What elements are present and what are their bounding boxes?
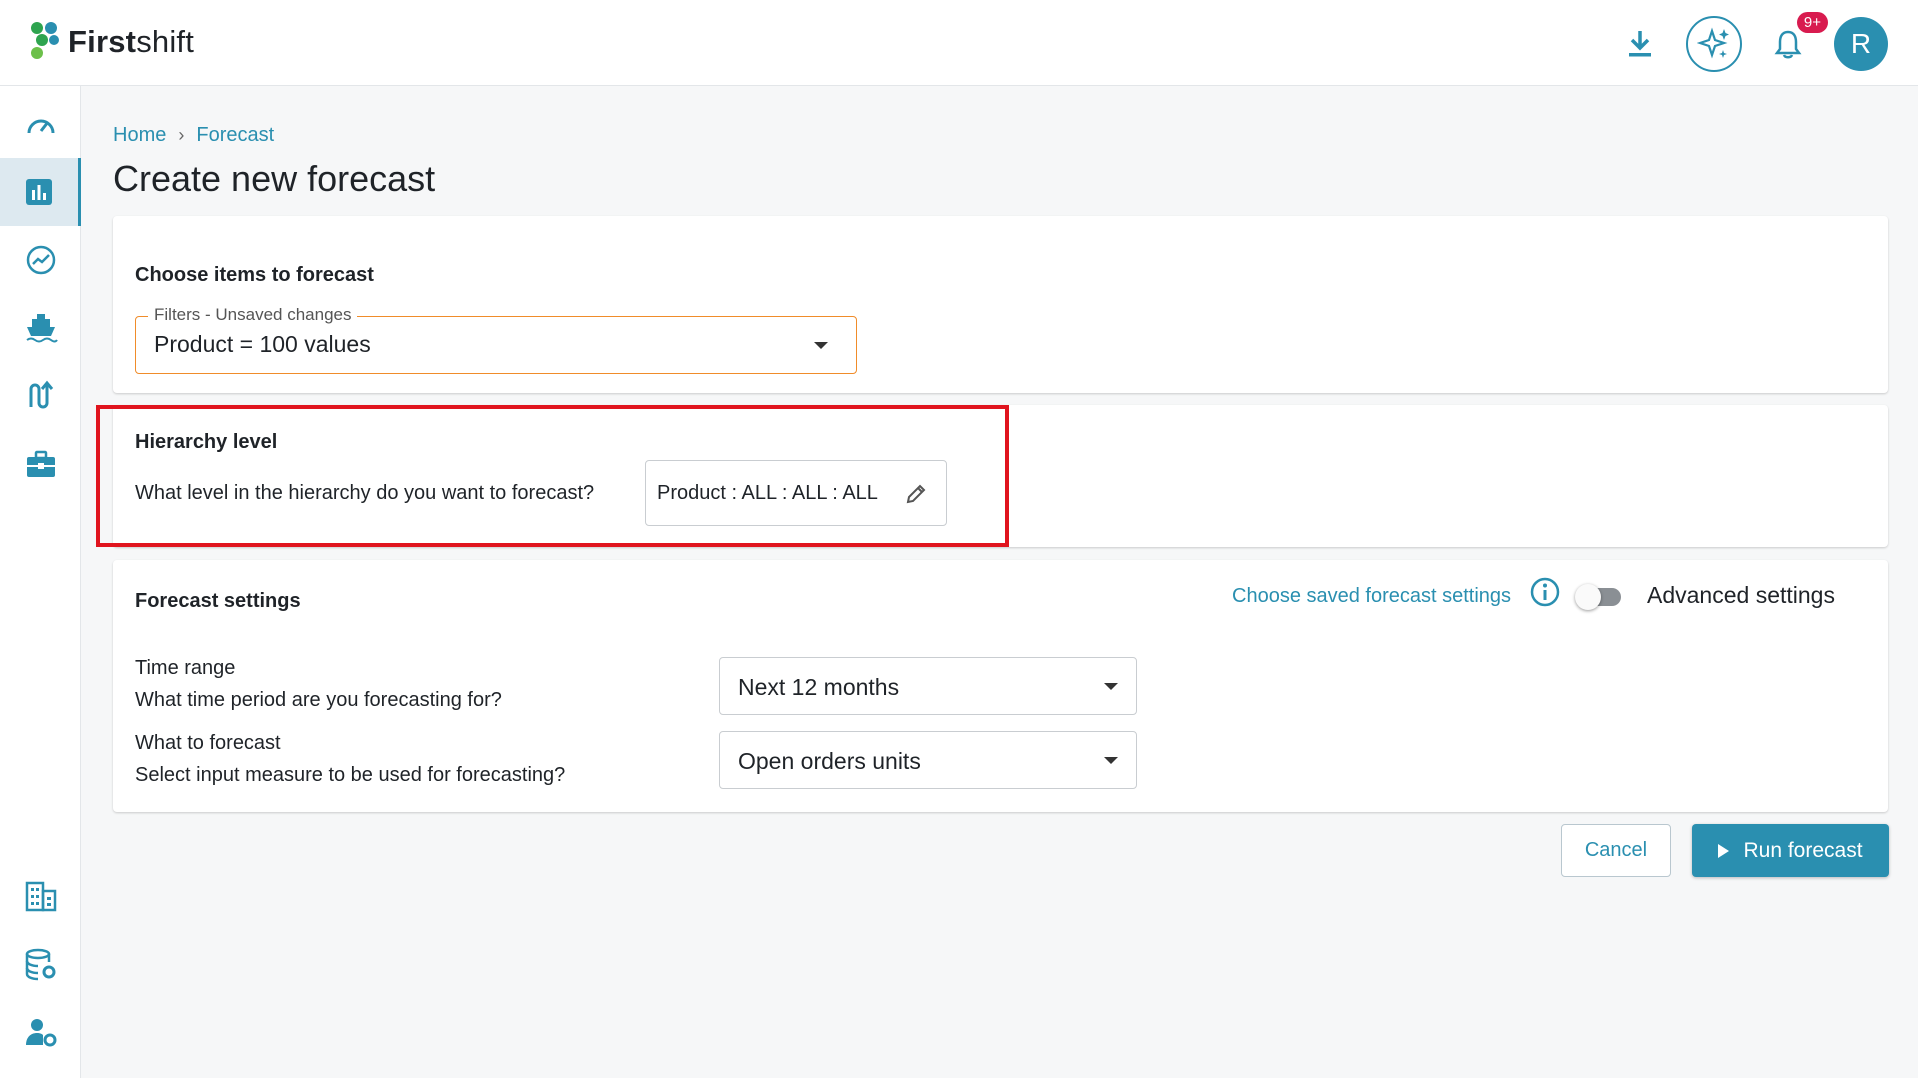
firstshift-logo[interactable]: Firstshift [28, 20, 194, 64]
saved-settings-link[interactable]: Choose saved forecast settings [1232, 585, 1511, 608]
sidebar-item-user-settings[interactable] [0, 998, 81, 1066]
sidebar-item-portfolio[interactable] [0, 430, 81, 498]
chevron-down-icon [1104, 757, 1118, 764]
filters-dropdown[interactable]: Filters - Unsaved changes Product = 100 … [135, 305, 857, 374]
notifications-button[interactable]: 9+ [1764, 12, 1828, 68]
briefcase-icon [26, 450, 55, 477]
sidebar-item-forecast[interactable] [0, 158, 81, 226]
measure-label: What to forecast [135, 732, 281, 754]
database-settings-icon [25, 948, 55, 981]
swap-arrows-icon [29, 380, 53, 409]
filters-value: Product = 100 values [154, 331, 371, 357]
settings-card-title: Forecast settings [135, 590, 301, 612]
breadcrumb-separator: › [178, 125, 185, 145]
advanced-settings-label: Advanced settings [1647, 582, 1835, 608]
sidebar-item-dashboard[interactable] [0, 92, 81, 160]
trending-up-icon [26, 245, 55, 275]
bell-icon [1774, 30, 1802, 59]
user-settings-icon [25, 1019, 56, 1047]
breadcrumb-forecast-link[interactable]: Forecast [196, 124, 274, 147]
play-icon [1718, 843, 1730, 858]
sparkle-icon [1697, 27, 1729, 59]
hierarchy-card-title: Hierarchy level [135, 431, 278, 453]
breadcrumb: Home › Forecast [113, 124, 274, 147]
advanced-settings-toggle[interactable] [1575, 584, 1621, 610]
chevron-down-icon [814, 342, 828, 349]
measure-value: Open orders units [738, 748, 921, 774]
measure-question: Select input measure to be used for fore… [135, 764, 566, 786]
download-icon[interactable] [1616, 20, 1664, 68]
chevron-down-icon [1104, 683, 1118, 690]
top-bar: Firstshift 9+ R [0, 0, 1918, 86]
logo-wordmark: Firstshift [68, 24, 195, 59]
measure-select[interactable]: Open orders units [719, 731, 1137, 789]
pencil-edit-icon[interactable] [904, 482, 928, 506]
hierarchy-level-selector[interactable]: Product : ALL : ALL : ALL [645, 460, 947, 526]
time-range-label: Time range [135, 657, 236, 679]
cancel-button[interactable]: Cancel [1561, 824, 1671, 877]
settings-card: Forecast settings Choose saved forecast … [113, 560, 1888, 812]
ship-icon [25, 314, 58, 343]
items-card-title: Choose items to forecast [135, 264, 374, 286]
time-range-question: What time period are you forecasting for… [135, 689, 502, 711]
time-range-value: Next 12 months [738, 674, 900, 700]
sidebar-item-data-settings[interactable] [0, 930, 81, 998]
page-title: Create new forecast [113, 158, 436, 199]
sidebar-item-trends[interactable] [0, 226, 81, 294]
run-forecast-label: Run forecast [1743, 838, 1863, 862]
speedometer-icon [27, 119, 54, 134]
ai-sparkle-button[interactable] [1686, 16, 1742, 72]
info-icon[interactable] [1529, 576, 1561, 608]
breadcrumb-home-link[interactable]: Home [113, 124, 166, 147]
building-icon [25, 881, 56, 912]
hierarchy-card: Hierarchy level What level in the hierar… [113, 405, 1888, 547]
items-card: Choose items to forecast Filters - Unsav… [113, 216, 1888, 393]
sidebar-item-shipping[interactable] [0, 294, 81, 362]
logo-mark-icon [31, 22, 59, 59]
bar-chart-icon [26, 179, 52, 205]
sidebar-item-flow[interactable] [0, 362, 81, 430]
sidebar-item-organization[interactable] [0, 862, 81, 930]
sidebar [0, 86, 81, 1078]
hierarchy-level-value: Product : ALL : ALL : ALL [657, 481, 878, 504]
user-avatar[interactable]: R [1834, 17, 1888, 71]
hierarchy-question: What level in the hierarchy do you want … [135, 482, 595, 504]
notification-count-badge: 9+ [1796, 12, 1828, 33]
time-range-select[interactable]: Next 12 months [719, 657, 1137, 715]
toggle-knob [1575, 584, 1601, 610]
filters-legend: Filters - Unsaved changes [148, 305, 358, 325]
run-forecast-button[interactable]: Run forecast [1692, 824, 1889, 877]
